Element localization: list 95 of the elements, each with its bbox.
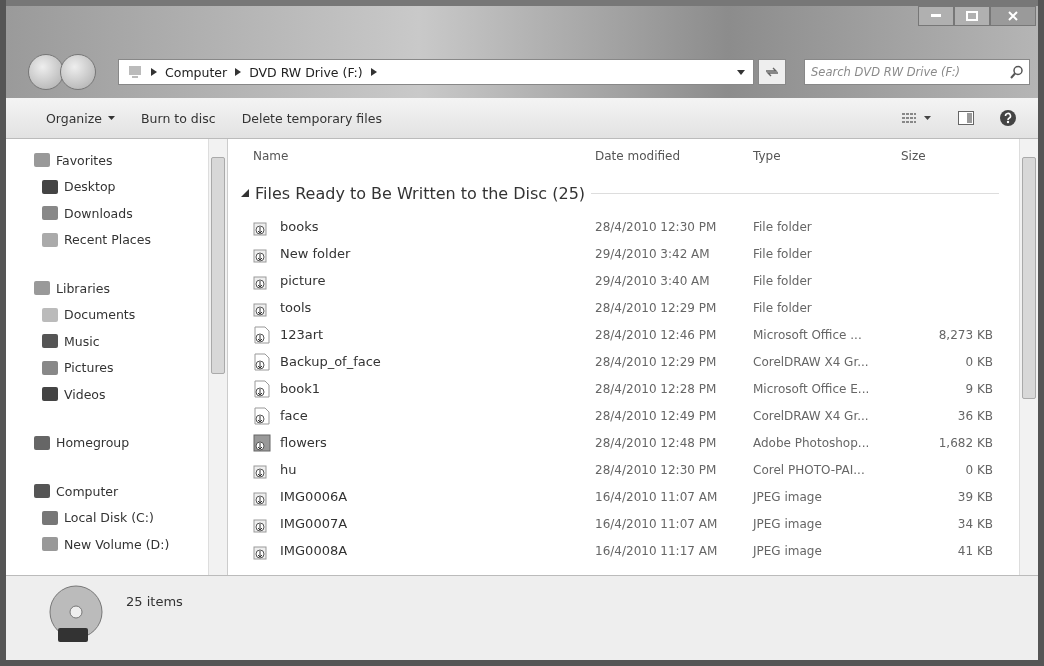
- maximize-button[interactable]: [954, 6, 990, 26]
- search-icon: [1010, 65, 1024, 79]
- dropdown-icon[interactable]: [737, 69, 745, 75]
- type-cell-text: File folder: [753, 219, 813, 234]
- date-cell-text: 28/4/2010 12:28 PM: [595, 381, 718, 396]
- sidebar-item[interactable]: Music: [6, 328, 208, 355]
- image-file-icon: [253, 433, 271, 452]
- type-cell-text: JPEG image: [753, 516, 823, 531]
- sidebar-item[interactable]: Desktop: [6, 173, 208, 200]
- column-header[interactable]: Type: [753, 149, 901, 163]
- sidebar-item[interactable]: New Volume (D:): [6, 531, 208, 558]
- file-name[interactable]: New folder: [280, 246, 351, 261]
- sidebar-item[interactable]: Homegroup: [6, 429, 208, 456]
- search-field[interactable]: Search DVD RW Drive (F:): [804, 59, 1030, 85]
- file-name[interactable]: hu: [280, 462, 297, 477]
- maximize-icon: [966, 11, 978, 21]
- file-name[interactable]: flowers: [280, 435, 327, 450]
- disc-icon: [46, 584, 106, 644]
- caret-icon: [108, 116, 115, 120]
- type-cell-text: Microsoft Office ...: [753, 327, 863, 342]
- type-cell-text: JPEG image: [753, 489, 823, 504]
- breadcrumb[interactable]: DVD RW Drive (F:): [249, 64, 363, 80]
- date-cell-text: 16/4/2010 11:07 AM: [595, 489, 719, 504]
- scrollbar[interactable]: [1019, 139, 1038, 575]
- address-bar[interactable]: Computer DVD RW Drive (F:): [118, 59, 754, 85]
- type-cell-text: File folder: [753, 300, 813, 315]
- sidebar-item[interactable]: Documents: [6, 301, 208, 328]
- type-cell-text: File folder: [753, 246, 813, 261]
- size-cell-text: 9 KB: [964, 381, 993, 396]
- type-cell-text: CorelDRAW X4 Gr...: [753, 354, 870, 369]
- type-cell-text: Corel PHOTO-PAI...: [753, 462, 866, 477]
- sidebar-item[interactable]: Videos: [6, 381, 208, 408]
- scrollbar[interactable]: [208, 139, 227, 575]
- file-name[interactable]: books: [280, 219, 319, 234]
- refresh-icon: [765, 67, 779, 77]
- date-cell-text: 16/4/2010 11:07 AM: [595, 516, 719, 531]
- forward-button[interactable]: [60, 54, 96, 90]
- date-cell-text: 28/4/2010 12:48 PM: [595, 435, 718, 450]
- close-icon: [1008, 11, 1018, 21]
- date-cell-text: 16/4/2010 11:17 AM: [595, 543, 719, 558]
- date-cell-text: 28/4/2010 12:49 PM: [595, 408, 718, 423]
- back-button[interactable]: [28, 54, 64, 90]
- chevron-icon: [370, 68, 377, 76]
- minimize-icon: [931, 14, 941, 18]
- size-cell-text: 41 KB: [956, 543, 993, 558]
- file-name[interactable]: IMG0007A: [280, 516, 348, 531]
- date-cell-text: 28/4/2010 12:29 PM: [595, 300, 718, 315]
- toolbar-button[interactable]: Delete temporary files: [231, 106, 392, 130]
- date-cell-text: 28/4/2010 12:29 PM: [595, 354, 718, 369]
- file-name[interactable]: 123art: [280, 327, 324, 342]
- file-name[interactable]: face: [280, 408, 308, 423]
- size-cell-text: 8,273 KB: [937, 327, 993, 342]
- file-name[interactable]: book1: [280, 381, 320, 396]
- close-button[interactable]: [990, 6, 1036, 26]
- chevron-icon: [235, 68, 242, 76]
- size-cell-text: 34 KB: [956, 516, 993, 531]
- sidebar-item[interactable]: Favorites: [6, 147, 208, 174]
- sidebar-item[interactable]: Computer: [6, 478, 208, 505]
- file-name[interactable]: picture: [280, 273, 326, 288]
- column-header[interactable]: Date modified: [595, 149, 753, 163]
- size-cell-text: 0 KB: [964, 462, 993, 477]
- type-cell-text: Adobe Photoshop...: [753, 435, 871, 450]
- date-cell-text: 28/4/2010 12:30 PM: [595, 219, 718, 234]
- date-cell-text: 29/4/2010 3:40 AM: [595, 273, 711, 288]
- date-cell-text: 28/4/2010 12:30 PM: [595, 462, 718, 477]
- toolbar-button[interactable]: Organize: [36, 106, 125, 130]
- sidebar-item[interactable]: Libraries: [6, 275, 208, 302]
- file-name[interactable]: IMG0008A: [280, 543, 348, 558]
- sidebar-item[interactable]: Recent Places: [6, 226, 208, 253]
- date-cell-text: 29/4/2010 3:42 AM: [595, 246, 711, 261]
- toolbar-button[interactable]: Burn to disc: [131, 106, 226, 130]
- size-cell-text: 36 KB: [956, 408, 993, 423]
- file-name[interactable]: Backup_of_face: [280, 354, 381, 369]
- breadcrumb[interactable]: Computer: [165, 64, 228, 80]
- type-cell-text: JPEG image: [753, 543, 823, 558]
- size-cell-text: 1,682 KB: [937, 435, 993, 450]
- date-cell-text: 28/4/2010 12:46 PM: [595, 327, 718, 342]
- file-name[interactable]: IMG0006A: [280, 489, 348, 504]
- file-name[interactable]: tools: [280, 300, 312, 315]
- group-header: Files Ready to Be Written to the Disc (25): [255, 183, 586, 203]
- type-cell-text: CorelDRAW X4 Gr...: [753, 408, 870, 423]
- sidebar-item[interactable]: Local Disk (C:): [6, 504, 208, 531]
- chevron-icon: [151, 68, 157, 76]
- type-cell-text: File folder: [753, 273, 813, 288]
- refresh-button[interactable]: [758, 59, 786, 85]
- minimize-button[interactable]: [918, 6, 954, 26]
- sidebar-item[interactable]: Pictures: [6, 354, 208, 381]
- size-cell-text: 39 KB: [956, 489, 993, 504]
- column-header[interactable]: Size: [901, 149, 993, 163]
- type-cell-text: Microsoft Office E...: [753, 381, 871, 396]
- sidebar-item[interactable]: Downloads: [6, 200, 208, 227]
- item-count: 25 items: [126, 594, 183, 609]
- size-cell-text: 0 KB: [964, 354, 993, 369]
- column-header[interactable]: Name: [253, 149, 595, 163]
- expanded-triangle-icon[interactable]: [241, 189, 249, 197]
